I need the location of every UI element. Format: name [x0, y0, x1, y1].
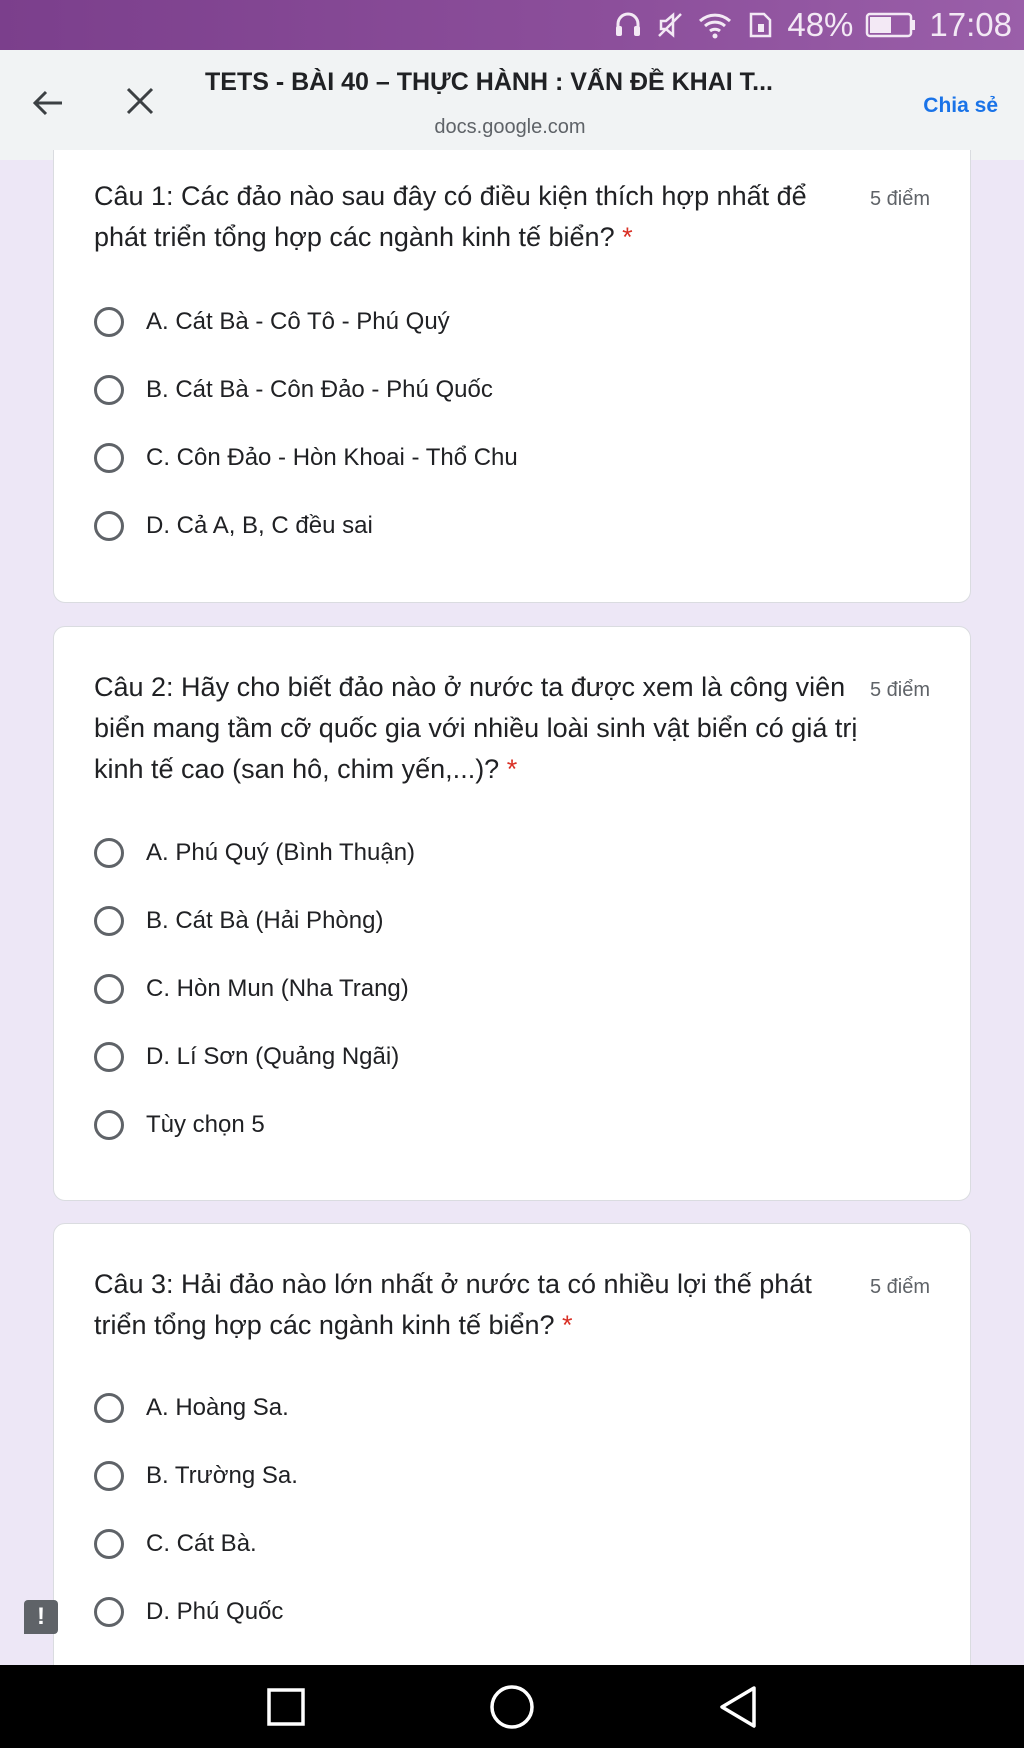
option-label: D. Phú Quốc: [146, 1598, 284, 1625]
circle-icon: [490, 1684, 534, 1729]
radio-button[interactable]: [94, 1529, 124, 1559]
option-label: D. Lí Sơn (Quảng Ngãi): [146, 1043, 400, 1070]
option-d[interactable]: D. Phú Quốc: [94, 1590, 283, 1634]
option-label: A. Phú Quý (Bình Thuận): [146, 839, 416, 866]
radio-button[interactable]: [94, 1393, 124, 1423]
radio-button[interactable]: [94, 1110, 124, 1140]
question-text: Câu 3: Hải đảo nào lớn nhất ở nước ta có…: [94, 1264, 864, 1346]
feedback-icon[interactable]: !: [24, 1600, 58, 1634]
option-label: C. Cát Bà.: [146, 1530, 257, 1557]
headset-icon: [613, 10, 643, 40]
back-nav-button[interactable]: [688, 1665, 788, 1748]
battery-icon: [865, 10, 917, 40]
option-label: C. Côn Đảo - Hòn Khoai - Thổ Chu: [146, 444, 518, 471]
back-button[interactable]: [28, 83, 68, 123]
clock: 17:08: [929, 6, 1012, 43]
navigation-bar: [0, 1665, 1024, 1748]
question-text: Câu 2: Hãy cho biết đảo nào ở nước ta đư…: [94, 667, 864, 790]
page-title: TETS - BÀI 40 – THỰC HÀNH : VẤN ĐỀ KHAI …: [205, 68, 774, 96]
radio-button[interactable]: [94, 1042, 124, 1072]
option-label: D. Cả A, B, C đều sai: [146, 512, 373, 539]
question-label: Câu 2: Hãy cho biết đảo nào ở nước ta đư…: [94, 672, 858, 784]
status-icons: 48% 17:08: [613, 0, 1012, 50]
option-b[interactable]: B. Cát Bà - Côn Đảo - Phú Quốc: [94, 368, 493, 412]
page-url: docs.google.com: [434, 116, 586, 138]
question-label: Câu 3: Hải đảo nào lớn nhất ở nước ta có…: [94, 1269, 812, 1340]
question-label: Câu 1: Các đảo nào sau đây có điều kiện …: [94, 181, 807, 252]
required-marker: *: [622, 222, 633, 252]
option-label: B. Cát Bà - Côn Đảo - Phú Quốc: [146, 376, 493, 403]
points-label: 5 điểm: [869, 1276, 930, 1298]
radio-button[interactable]: [94, 307, 124, 337]
option-label: C. Hòn Mun (Nha Trang): [146, 975, 409, 1002]
option-a[interactable]: A. Hoàng Sa.: [94, 1386, 289, 1430]
radio-button[interactable]: [94, 443, 124, 473]
close-button[interactable]: [120, 81, 160, 121]
points-label: 5 điểm: [869, 679, 930, 701]
radio-button[interactable]: [94, 838, 124, 868]
option-a[interactable]: A. Phú Quý (Bình Thuận): [94, 831, 415, 875]
question-text: Câu 1: Các đảo nào sau đây có điều kiện …: [94, 176, 864, 258]
question-card-1: Câu 1: Các đảo nào sau đây có điều kiện …: [53, 150, 971, 603]
option-5[interactable]: Tùy chọn 5: [94, 1103, 265, 1147]
status-bar: 48% 17:08: [0, 0, 1024, 50]
required-marker: *: [506, 754, 518, 784]
option-label: B. Cát Bà (Hải Phòng): [146, 907, 384, 934]
close-icon: [126, 87, 154, 115]
battery-percent: 48%: [787, 6, 854, 43]
wifi-icon: [697, 10, 733, 40]
option-a[interactable]: A. Cát Bà - Cô Tô - Phú Quý: [94, 300, 450, 344]
option-label: Tùy chọn 5: [146, 1111, 265, 1138]
browser-toolbar: TETS - BÀI 40 – THỰC HÀNH : VẤN ĐỀ KHAI …: [0, 50, 1024, 160]
radio-button[interactable]: [94, 906, 124, 936]
home-button[interactable]: [462, 1665, 562, 1748]
radio-button[interactable]: [94, 375, 124, 405]
option-c[interactable]: C. Cát Bà.: [94, 1522, 257, 1566]
sim-icon: [745, 10, 775, 40]
option-d[interactable]: D. Cả A, B, C đều sai: [94, 504, 373, 548]
points-label: 5 điểm: [869, 188, 930, 210]
option-b[interactable]: B. Trường Sa.: [94, 1454, 298, 1498]
question-card-3: Câu 3: Hải đảo nào lớn nhất ở nước ta có…: [53, 1223, 971, 1683]
square-icon: [267, 1687, 305, 1726]
option-d[interactable]: D. Lí Sơn (Quảng Ngãi): [94, 1035, 399, 1079]
share-button[interactable]: Chia sẻ: [923, 94, 998, 118]
required-marker: *: [562, 1310, 573, 1340]
option-label: B. Trường Sa.: [146, 1462, 298, 1489]
recents-button[interactable]: [236, 1665, 336, 1748]
radio-button[interactable]: [94, 511, 124, 541]
radio-button[interactable]: [94, 1461, 124, 1491]
radio-button[interactable]: [94, 1597, 124, 1627]
triangle-back-icon: [720, 1685, 756, 1728]
option-c[interactable]: C. Hòn Mun (Nha Trang): [94, 967, 409, 1011]
mute-icon: [655, 10, 685, 40]
arrow-left-icon: [32, 90, 62, 116]
option-label: A. Hoàng Sa.: [146, 1394, 289, 1421]
option-b[interactable]: B. Cát Bà (Hải Phòng): [94, 899, 383, 943]
question-card-2: Câu 2: Hãy cho biết đảo nào ở nước ta đư…: [53, 626, 971, 1201]
radio-button[interactable]: [94, 974, 124, 1004]
option-label: A. Cát Bà - Cô Tô - Phú Quý: [146, 308, 450, 335]
option-c[interactable]: C. Côn Đảo - Hòn Khoai - Thổ Chu: [94, 436, 518, 480]
